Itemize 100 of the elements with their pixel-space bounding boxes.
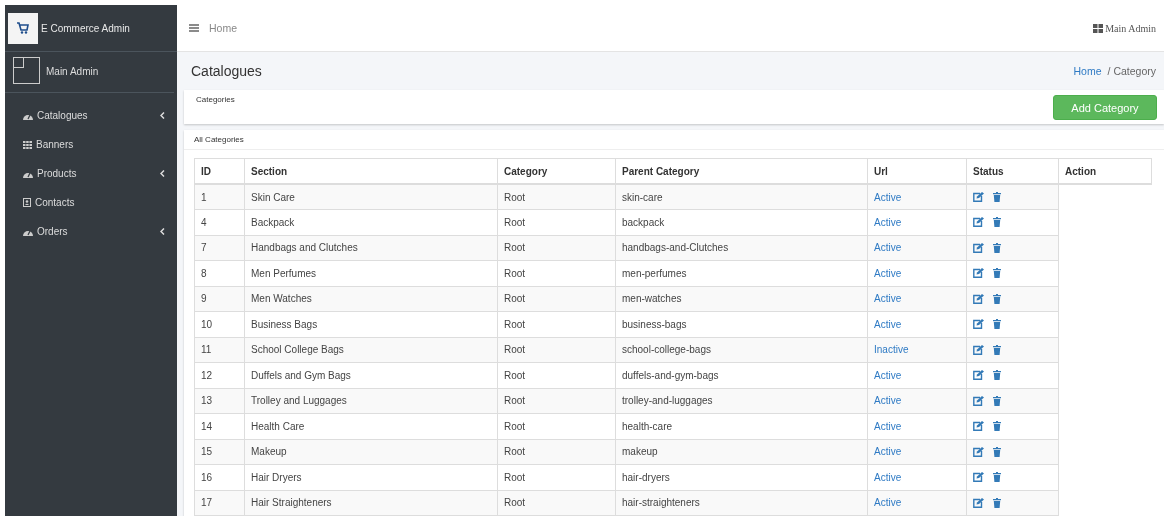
table-cell: men-perfumes bbox=[615, 260, 868, 286]
contact-card-icon bbox=[23, 198, 31, 207]
edit-icon[interactable] bbox=[973, 242, 984, 253]
brand-name: E Commerce Admin bbox=[41, 22, 130, 34]
status-link[interactable]: Active bbox=[867, 413, 967, 439]
edit-icon[interactable] bbox=[973, 497, 984, 508]
sidebar-item[interactable]: Banners bbox=[5, 130, 177, 159]
table-cell: Root bbox=[497, 362, 616, 388]
status-link[interactable]: Active bbox=[867, 490, 967, 516]
trash-icon[interactable] bbox=[993, 395, 1001, 406]
table-cell: Root bbox=[497, 235, 616, 261]
status-link[interactable]: Active bbox=[867, 286, 967, 312]
table-cell: 7 bbox=[194, 235, 245, 261]
table-cell: Health Care bbox=[244, 413, 498, 439]
sidebar-item[interactable]: Catalogues bbox=[5, 101, 177, 130]
trash-icon[interactable] bbox=[993, 446, 1001, 457]
edit-icon[interactable] bbox=[973, 192, 984, 202]
card-title: All Categories bbox=[184, 130, 1164, 150]
table-cell: Trolley and Luggages bbox=[244, 388, 498, 414]
table-cell: 4 bbox=[194, 209, 245, 235]
card-title: Categories bbox=[196, 95, 235, 106]
status-link[interactable]: Inactive bbox=[867, 337, 967, 363]
trash-icon[interactable] bbox=[993, 192, 1001, 202]
menu-icon[interactable] bbox=[189, 24, 199, 32]
status-link[interactable]: Active bbox=[867, 260, 967, 286]
table-cell: Root bbox=[497, 260, 616, 286]
table-cell: Root bbox=[497, 337, 616, 363]
table-cell: makeup bbox=[615, 439, 868, 465]
status-link[interactable]: Active bbox=[867, 464, 967, 490]
table-cell: 9 bbox=[194, 286, 245, 312]
trash-icon[interactable] bbox=[993, 217, 1001, 228]
sidebar-item[interactable]: Orders bbox=[5, 217, 177, 246]
add-category-button[interactable]: Add Category bbox=[1053, 95, 1157, 120]
trash-icon[interactable] bbox=[993, 497, 1001, 508]
table-cell: trolley-and-luggages bbox=[615, 388, 868, 414]
status-link[interactable]: Active bbox=[867, 209, 967, 235]
edit-icon[interactable] bbox=[973, 344, 984, 355]
table-cell: 11 bbox=[194, 337, 245, 363]
breadcrumb-link[interactable]: Home bbox=[1073, 65, 1102, 77]
edit-icon[interactable] bbox=[973, 293, 984, 304]
table-cell: hair-straighteners bbox=[615, 490, 868, 516]
table-cell: Handbags and Clutches bbox=[244, 235, 498, 261]
table-cell: Root bbox=[497, 439, 616, 465]
table-cell: health-care bbox=[615, 413, 868, 439]
edit-icon[interactable] bbox=[973, 370, 984, 381]
trash-icon[interactable] bbox=[993, 293, 1001, 304]
table-cell: Hair Dryers bbox=[244, 464, 498, 490]
page-title: Catalogues bbox=[191, 63, 263, 79]
trash-icon[interactable] bbox=[993, 319, 1001, 330]
table-cell: Skin Care bbox=[244, 184, 498, 210]
status-link[interactable]: Active bbox=[867, 362, 967, 388]
status-link[interactable]: Active bbox=[867, 439, 967, 465]
edit-icon[interactable] bbox=[973, 472, 984, 483]
edit-icon[interactable] bbox=[973, 268, 984, 279]
grid-icon bbox=[1093, 23, 1104, 33]
sidebar-item[interactable]: Products bbox=[5, 159, 177, 188]
status-link[interactable]: Active bbox=[867, 311, 967, 337]
table-cell: Root bbox=[497, 388, 616, 414]
edit-icon[interactable] bbox=[973, 446, 984, 457]
table-cell: handbags-and-Clutches bbox=[615, 235, 868, 261]
trash-icon[interactable] bbox=[993, 421, 1001, 432]
table-cell: Root bbox=[497, 464, 616, 490]
table-cell: school-college-bags bbox=[615, 337, 868, 363]
table-cell: Root bbox=[497, 413, 616, 439]
status-link[interactable]: Active bbox=[867, 235, 967, 261]
table-cell: Backpack bbox=[244, 209, 498, 235]
user-menu[interactable]: Main Admin bbox=[1105, 22, 1156, 34]
table-cell: Root bbox=[497, 286, 616, 312]
table-cell: hair-dryers bbox=[615, 464, 868, 490]
edit-icon[interactable] bbox=[973, 421, 984, 432]
table-cell: Root bbox=[497, 184, 616, 210]
table-cell: 13 bbox=[194, 388, 245, 414]
table-cell: 12 bbox=[194, 362, 245, 388]
edit-icon[interactable] bbox=[973, 217, 984, 228]
table-cell: Men Watches bbox=[244, 286, 498, 312]
table-cell: men-watches bbox=[615, 286, 868, 312]
edit-icon[interactable] bbox=[973, 319, 984, 330]
trash-icon[interactable] bbox=[993, 344, 1001, 355]
trash-icon[interactable] bbox=[993, 472, 1001, 483]
logo-icon bbox=[8, 12, 38, 44]
table-cell: backpack bbox=[615, 209, 868, 235]
edit-icon[interactable] bbox=[973, 395, 984, 406]
table-cell: 17 bbox=[194, 490, 245, 516]
table-cell: 16 bbox=[194, 464, 245, 490]
trash-icon[interactable] bbox=[993, 268, 1001, 279]
table-cell: Men Perfumes bbox=[244, 260, 498, 286]
table-cell: Hair Straighteners bbox=[244, 490, 498, 516]
status-link[interactable]: Active bbox=[867, 184, 967, 210]
table-cell: School College Bags bbox=[244, 337, 498, 363]
table-cell: business-bags bbox=[615, 311, 868, 337]
sidebar-item[interactable]: Contacts bbox=[5, 188, 177, 217]
avatar-icon bbox=[13, 57, 40, 84]
trash-icon[interactable] bbox=[993, 370, 1001, 381]
home-link[interactable]: Home bbox=[209, 22, 1094, 34]
table-cell: Duffels and Gym Bags bbox=[244, 362, 498, 388]
trash-icon[interactable] bbox=[993, 242, 1001, 253]
table-cell: 14 bbox=[194, 413, 245, 439]
status-link[interactable]: Active bbox=[867, 388, 967, 414]
table-cell: Business Bags bbox=[244, 311, 498, 337]
table-cell: 8 bbox=[194, 260, 245, 286]
